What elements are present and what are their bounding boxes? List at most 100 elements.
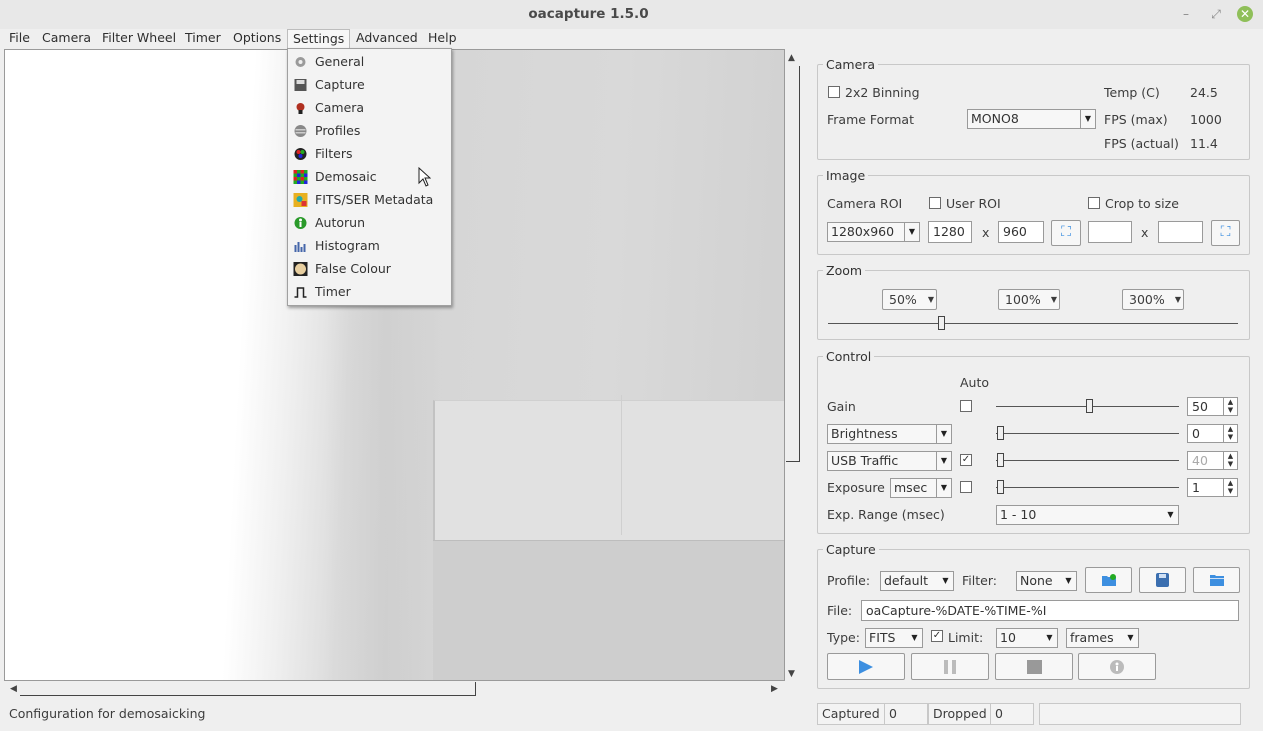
start-capture-button[interactable] <box>827 653 905 680</box>
scroll-right-icon[interactable]: ▶ <box>771 684 778 694</box>
brightness-number: 0 <box>1192 426 1200 441</box>
scroll-left-icon[interactable]: ◀ <box>10 684 17 694</box>
histogram-icon <box>294 242 306 252</box>
scroll-up-icon[interactable]: ▲ <box>788 53 795 63</box>
spin-arrows-icon[interactable]: ▲ ▼ <box>1223 479 1237 496</box>
limit-unit-select[interactable]: frames ▼ <box>1066 628 1139 648</box>
user-roi-checkbox[interactable] <box>929 197 941 209</box>
zoom-50-label: 50% <box>889 292 917 307</box>
zoom-slider-track[interactable] <box>828 323 1238 324</box>
crop-height-input[interactable] <box>1158 221 1203 243</box>
exposure-auto-checkbox[interactable] <box>960 481 972 493</box>
pause-capture-button[interactable] <box>911 653 989 680</box>
fps-actual-label: FPS (actual) <box>1104 136 1179 151</box>
save-button[interactable] <box>1139 567 1186 593</box>
menu-settings[interactable]: Settings <box>287 29 351 48</box>
usb-auto-checkbox[interactable]: ✓ <box>960 454 972 466</box>
spin-arrows-icon[interactable]: ▲ ▼ <box>1223 452 1237 469</box>
menu-item-camera[interactable]: Camera <box>288 96 451 119</box>
horizontal-scroll-thumb[interactable] <box>20 682 476 696</box>
zoom-group-title: Zoom <box>823 263 866 278</box>
zoom-50-button[interactable]: 50% ▼ <box>882 289 937 310</box>
menu-item-capture[interactable]: Capture <box>288 73 451 96</box>
frame-format-label: Frame Format <box>827 112 914 127</box>
crop-checkbox[interactable] <box>1088 197 1100 209</box>
exposure-slider-handle[interactable] <box>997 480 1004 494</box>
menu-help[interactable]: Help <box>423 29 462 48</box>
spin-arrows-icon[interactable]: ▲ ▼ <box>1223 398 1237 415</box>
fit-crop-button[interactable]: ⛶ <box>1211 220 1240 246</box>
timer-pulse-icon <box>294 287 307 298</box>
expand-icon: ⛶ <box>1061 224 1071 240</box>
stop-capture-button[interactable] <box>995 653 1073 680</box>
roi-width-input[interactable]: 1280 <box>928 221 972 243</box>
usb-traffic-select[interactable]: USB Traffic ▼ <box>827 451 952 471</box>
chevron-down-icon: ▼ <box>911 633 918 642</box>
menu-file[interactable]: File <box>4 29 35 48</box>
zoom-slider-handle[interactable] <box>938 316 945 330</box>
limit-checkbox[interactable]: ✓ <box>931 630 943 642</box>
usb-slider-handle[interactable] <box>997 453 1004 467</box>
roi-select[interactable]: 1280x960 ▼ <box>827 222 920 242</box>
zoom-300-button[interactable]: 300% ▼ <box>1122 289 1184 310</box>
profile-select[interactable]: default ▼ <box>880 571 954 591</box>
menu-timer[interactable]: Timer <box>180 29 226 48</box>
menu-item-false-colour[interactable]: False Colour <box>288 257 451 280</box>
menu-item-profiles[interactable]: Profiles <box>288 119 451 142</box>
close-button[interactable]: ✕ <box>1237 6 1253 22</box>
limit-select[interactable]: 10 ▼ <box>996 628 1058 648</box>
menu-options[interactable]: Options <box>228 29 286 48</box>
frame-format-select[interactable]: MONO8 ▼ <box>967 109 1096 129</box>
brightness-slider-handle[interactable] <box>997 426 1004 440</box>
autorun-button[interactable] <box>1078 653 1156 680</box>
exp-range-select[interactable]: 1 - 10 ▼ <box>996 505 1179 525</box>
gain-auto-checkbox[interactable] <box>960 400 972 412</box>
zoom-100-button[interactable]: 100% ▼ <box>998 289 1060 310</box>
menu-camera[interactable]: Camera <box>37 29 96 48</box>
menu-filter-wheel[interactable]: Filter Wheel <box>97 29 181 48</box>
menu-item-filters[interactable]: Filters <box>288 142 451 165</box>
usb-spinbox[interactable]: 40 ▲ ▼ <box>1187 451 1238 470</box>
crop-width-input[interactable] <box>1088 221 1132 243</box>
play-icon <box>859 660 873 674</box>
spin-arrows-icon[interactable]: ▲ ▼ <box>1223 425 1237 442</box>
exposure-spinbox[interactable]: 1 ▲ ▼ <box>1187 478 1238 497</box>
roi-height-input[interactable]: 960 <box>998 221 1044 243</box>
vertical-scroll-thumb[interactable] <box>786 66 800 462</box>
menu-item-autorun[interactable]: Autorun <box>288 211 451 234</box>
stop-icon <box>1026 660 1042 674</box>
file-template-input[interactable]: oaCapture-%DATE-%TIME-%I <box>861 600 1239 621</box>
gain-slider-handle[interactable] <box>1086 399 1093 413</box>
binning-label: 2x2 Binning <box>845 85 920 100</box>
chevron-down-icon: ▼ <box>936 425 951 443</box>
brightness-select[interactable]: Brightness ▼ <box>827 424 952 444</box>
fps-actual-value: 11.4 <box>1190 136 1218 151</box>
gain-spinbox[interactable]: 50 ▲ ▼ <box>1187 397 1238 416</box>
brightness-slider-track[interactable] <box>996 433 1179 434</box>
brightness-spinbox[interactable]: 0 ▲ ▼ <box>1187 424 1238 443</box>
exposure-unit-select[interactable]: msec ▼ <box>890 478 952 498</box>
filter-select[interactable]: None ▼ <box>1016 571 1077 591</box>
type-select[interactable]: FITS ▼ <box>865 628 923 648</box>
maximize-button[interactable]: ⤢ <box>1207 5 1225 23</box>
open-folder-button[interactable] <box>1193 567 1240 593</box>
type-value: FITS <box>869 630 896 645</box>
window-title: oacapture 1.5.0 <box>528 6 649 22</box>
usb-slider-track[interactable] <box>996 460 1179 461</box>
scroll-down-icon[interactable]: ▼ <box>788 669 795 679</box>
menu-item-label: False Colour <box>315 261 391 276</box>
new-folder-button[interactable] <box>1085 567 1132 593</box>
menu-advanced[interactable]: Advanced <box>351 29 423 48</box>
menu-item-fits-ser-metadata[interactable]: FITS/SER Metadata <box>288 188 451 211</box>
binning-checkbox[interactable] <box>828 86 840 98</box>
temp-label: Temp (C) <box>1104 85 1160 100</box>
fit-roi-button[interactable]: ⛶ <box>1051 220 1081 246</box>
menu-item-timer[interactable]: Timer <box>288 280 451 303</box>
menu-item-histogram[interactable]: Histogram <box>288 234 451 257</box>
menu-item-general[interactable]: General <box>288 50 451 73</box>
autorun-icon <box>294 217 307 229</box>
minimize-button[interactable]: – <box>1177 5 1195 23</box>
exposure-slider-track[interactable] <box>996 487 1179 488</box>
autorun-icon <box>1110 660 1124 674</box>
false-colour-icon <box>293 262 308 276</box>
